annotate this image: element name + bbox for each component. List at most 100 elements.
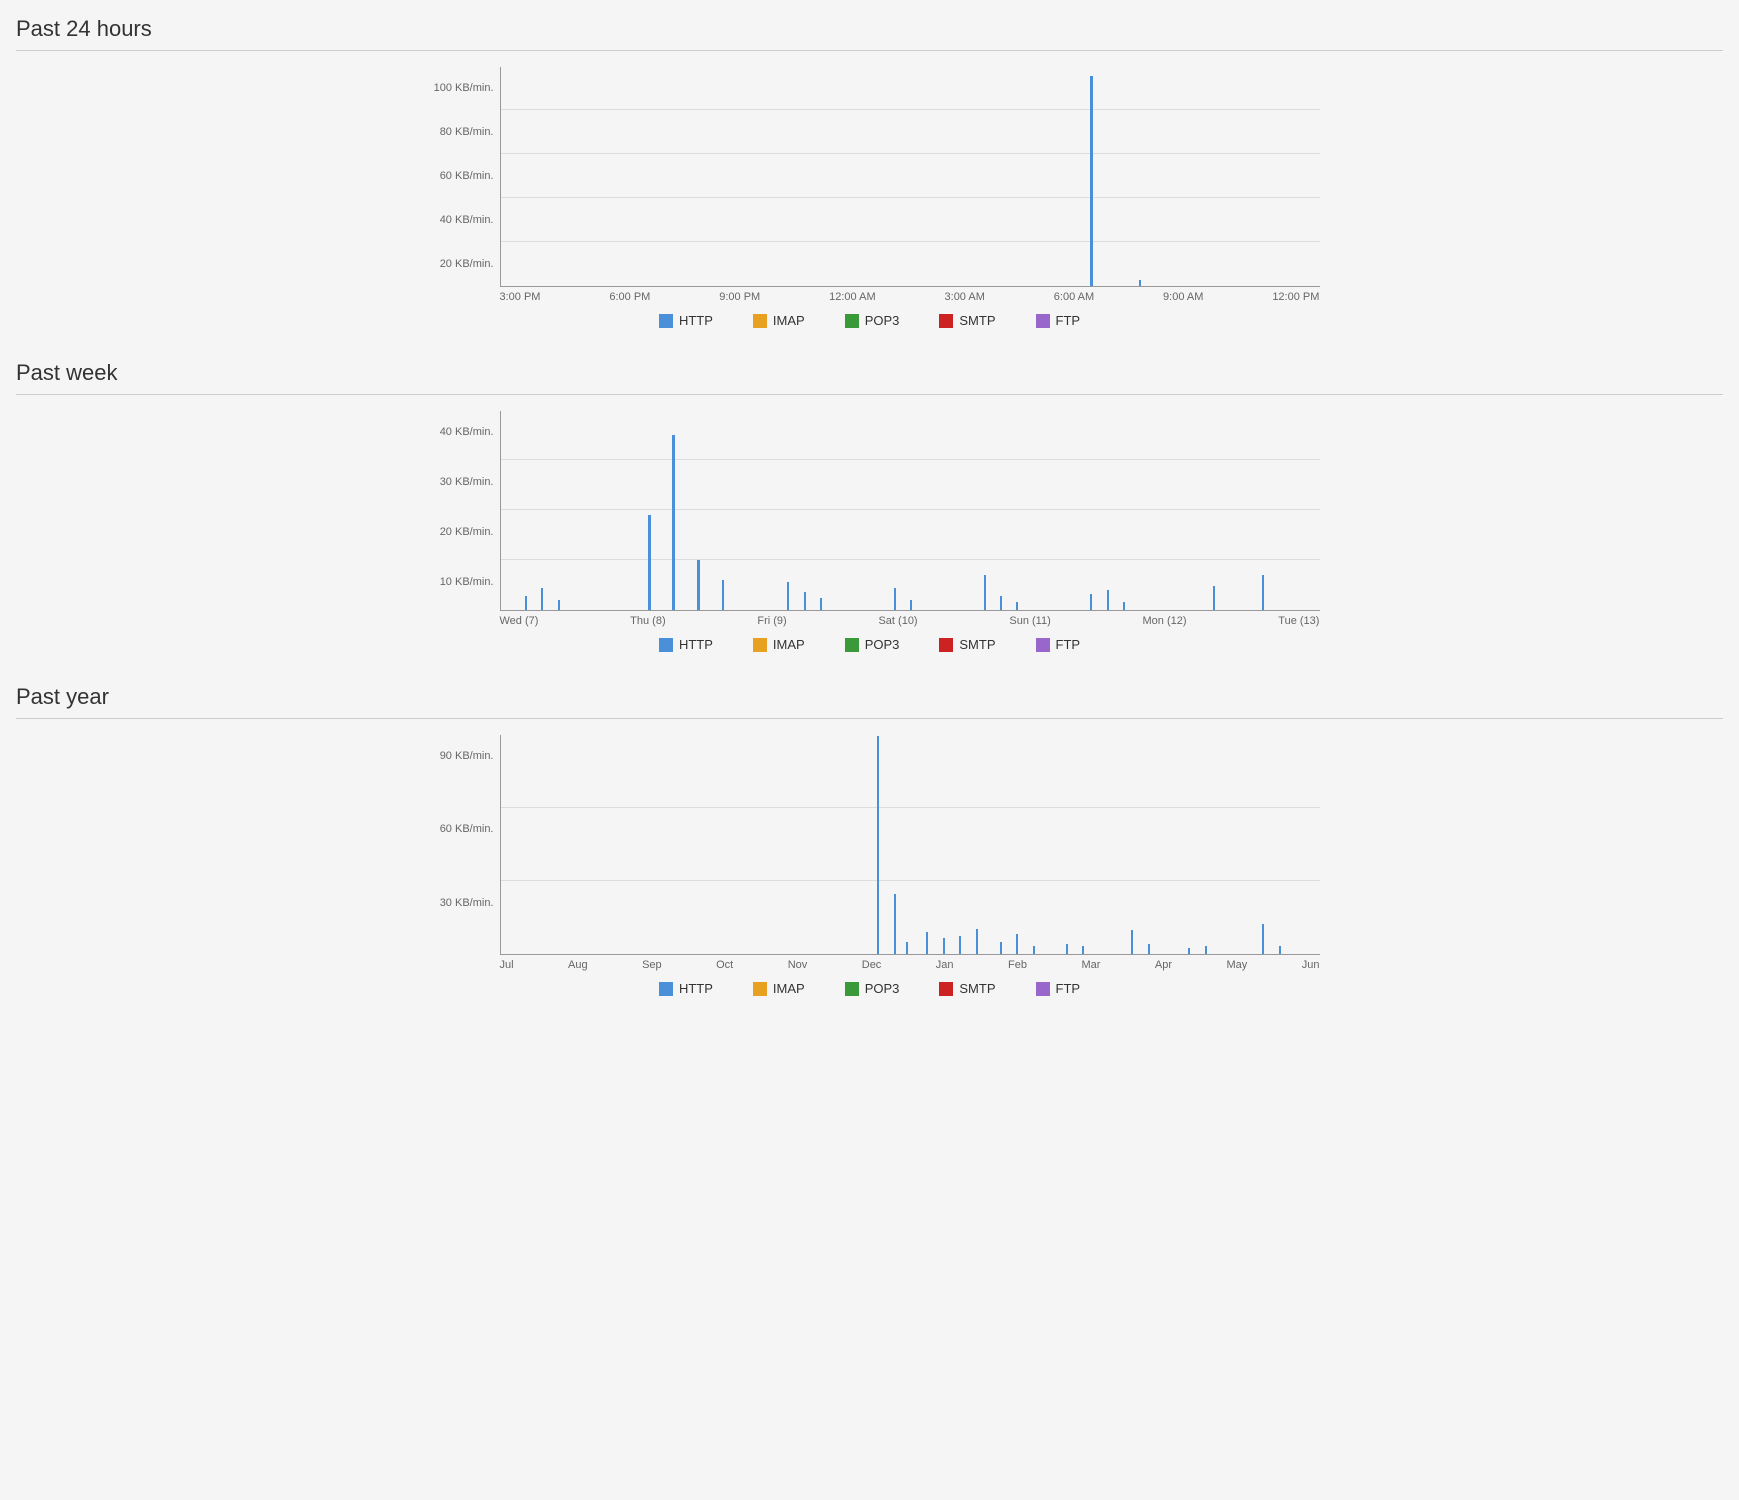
- x-label: Dec: [862, 959, 882, 971]
- x-label: 6:00 AM: [1054, 291, 1094, 303]
- legend-label-http: HTTP: [679, 981, 713, 996]
- x-label: Thu (8): [630, 615, 665, 627]
- grid-line: [501, 197, 1320, 198]
- past-week-section: Past week 40 KB/min. 30 KB/min. 20 KB/mi…: [16, 360, 1723, 652]
- data-bar: [910, 600, 912, 610]
- legend-item-ftp: FTP: [1036, 981, 1081, 996]
- legend-label-ftp: FTP: [1056, 637, 1081, 652]
- legend-item-imap: IMAP: [753, 637, 805, 652]
- section-title-week: Past week: [16, 360, 1723, 395]
- data-bar: [1262, 924, 1264, 954]
- legend-label-pop3: POP3: [865, 637, 900, 652]
- legend-color-pop3: [845, 638, 859, 652]
- data-bar: [820, 598, 822, 610]
- legend-label-imap: IMAP: [773, 313, 805, 328]
- chart-container-24h: 100 KB/min. 80 KB/min. 60 KB/min. 40 KB/…: [420, 67, 1320, 303]
- x-label: May: [1226, 959, 1247, 971]
- legend-item-smtp: SMTP: [939, 313, 995, 328]
- x-axis-24h: 3:00 PM 6:00 PM 9:00 PM 12:00 AM 3:00 AM…: [500, 287, 1320, 303]
- x-label: Tue (13): [1278, 615, 1319, 627]
- y-label: 80 KB/min.: [440, 127, 494, 138]
- data-bar: [1139, 280, 1141, 286]
- data-bar: [541, 588, 543, 610]
- data-bar: [1148, 944, 1150, 954]
- x-label: Sun (11): [1009, 615, 1050, 627]
- legend-item-pop3: POP3: [845, 981, 900, 996]
- x-label: Aug: [568, 959, 588, 971]
- data-bar: [787, 582, 789, 610]
- legend-week: HTTP IMAP POP3 SMTP FTP: [659, 637, 1080, 652]
- legend-color-pop3: [845, 982, 859, 996]
- x-label: 3:00 AM: [945, 291, 985, 303]
- x-label: Apr: [1155, 959, 1172, 971]
- x-label: Sep: [642, 959, 662, 971]
- x-label: 6:00 PM: [609, 291, 650, 303]
- data-bar: [1123, 602, 1125, 610]
- grid-line: [501, 807, 1320, 808]
- chart-container-year: 90 KB/min. 60 KB/min. 30 KB/min.: [420, 735, 1320, 971]
- data-bar: [1000, 596, 1002, 610]
- y-label: 10 KB/min.: [440, 577, 494, 588]
- y-label: 60 KB/min.: [440, 171, 494, 182]
- x-label: Feb: [1008, 959, 1027, 971]
- x-label: Mon (12): [1142, 615, 1186, 627]
- legend-color-smtp: [939, 982, 953, 996]
- data-bar: [1016, 934, 1018, 954]
- data-bar: [877, 736, 879, 954]
- legend-item-smtp: SMTP: [939, 637, 995, 652]
- legend-24h: HTTP IMAP POP3 SMTP FTP: [659, 313, 1080, 328]
- y-label: 40 KB/min.: [440, 427, 494, 438]
- data-bar: [1107, 590, 1109, 610]
- legend-item-pop3: POP3: [845, 313, 900, 328]
- legend-color-ftp: [1036, 982, 1050, 996]
- legend-color-imap: [753, 982, 767, 996]
- chart-inner-week: Wed (7) Thu (8) Fri (9) Sat (10) Sun (11…: [500, 411, 1320, 627]
- legend-item-ftp: FTP: [1036, 637, 1081, 652]
- legend-label-imap: IMAP: [773, 637, 805, 652]
- past-year-section: Past year 90 KB/min. 60 KB/min. 30 KB/mi…: [16, 684, 1723, 996]
- legend-label-ftp: FTP: [1056, 313, 1081, 328]
- legend-item-pop3: POP3: [845, 637, 900, 652]
- legend-color-http: [659, 638, 673, 652]
- data-bar: [697, 560, 700, 610]
- grid-line: [501, 241, 1320, 242]
- x-label: Jul: [500, 959, 514, 971]
- chart-container-week: 40 KB/min. 30 KB/min. 20 KB/min. 10 KB/m…: [420, 411, 1320, 627]
- legend-label-smtp: SMTP: [959, 637, 995, 652]
- legend-item-http: HTTP: [659, 313, 713, 328]
- data-bar: [1205, 946, 1207, 954]
- legend-label-pop3: POP3: [865, 981, 900, 996]
- legend-item-smtp: SMTP: [939, 981, 995, 996]
- y-axis-week: 40 KB/min. 30 KB/min. 20 KB/min. 10 KB/m…: [420, 427, 500, 627]
- grid-line: [501, 880, 1320, 881]
- x-label: 12:00 AM: [829, 291, 875, 303]
- past-24-hours-section: Past 24 hours 100 KB/min. 80 KB/min. 60 …: [16, 16, 1723, 328]
- y-label: 30 KB/min.: [440, 898, 494, 909]
- data-bar: [722, 580, 724, 610]
- legend-label-smtp: SMTP: [959, 981, 995, 996]
- section-title-year: Past year: [16, 684, 1723, 719]
- data-bar: [525, 596, 527, 610]
- data-bar: [1262, 575, 1264, 610]
- x-label: 3:00 PM: [500, 291, 541, 303]
- y-label: 60 KB/min.: [440, 824, 494, 835]
- legend-item-imap: IMAP: [753, 981, 805, 996]
- data-bar: [1090, 594, 1092, 610]
- data-bar: [943, 938, 945, 954]
- x-label: Fri (9): [757, 615, 786, 627]
- chart-area-24h: 100 KB/min. 80 KB/min. 60 KB/min. 40 KB/…: [16, 67, 1723, 328]
- data-bar: [1279, 946, 1281, 954]
- grid-line: [501, 509, 1320, 510]
- x-label: Sat (10): [878, 615, 917, 627]
- x-label: Oct: [716, 959, 733, 971]
- data-bar: [894, 588, 896, 610]
- data-bar: [1000, 942, 1002, 954]
- section-title-24h: Past 24 hours: [16, 16, 1723, 51]
- x-label: 9:00 AM: [1163, 291, 1203, 303]
- data-bar: [1213, 586, 1215, 610]
- legend-year: HTTP IMAP POP3 SMTP FTP: [659, 981, 1080, 996]
- data-bar: [1131, 930, 1133, 954]
- y-label: 100 KB/min.: [434, 83, 494, 94]
- grid-line: [501, 559, 1320, 560]
- grid-line: [501, 109, 1320, 110]
